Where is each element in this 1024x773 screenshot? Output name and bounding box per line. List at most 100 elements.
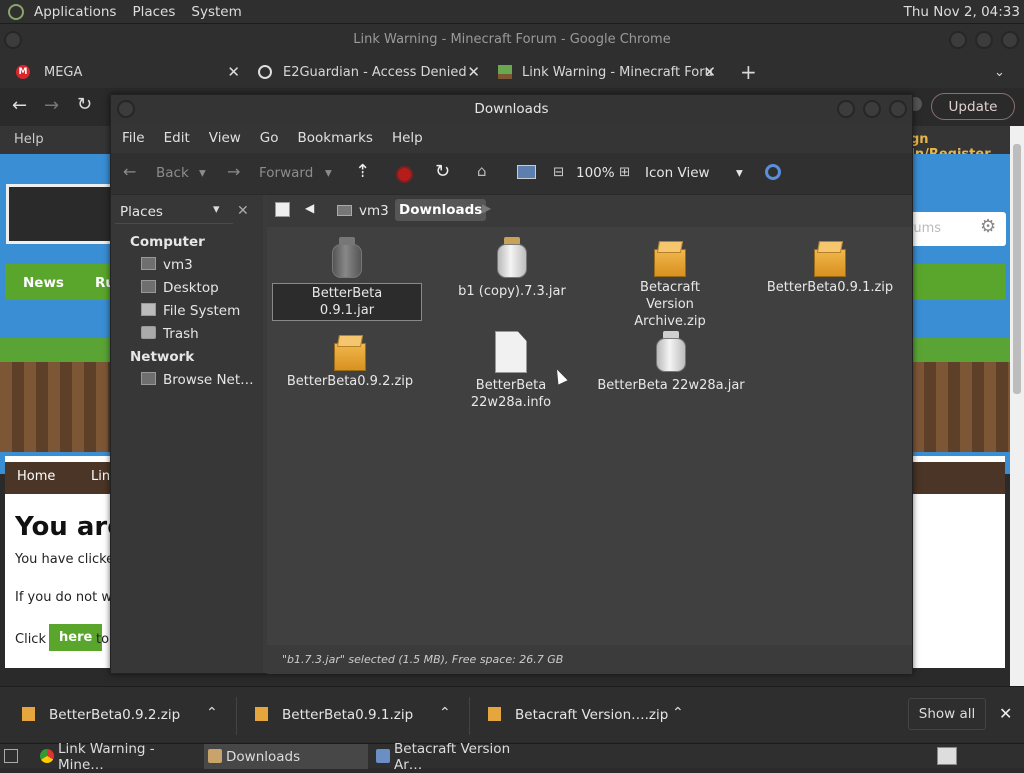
chevron-up-icon[interactable]: ⌃: [439, 705, 451, 721]
file-item[interactable]: BetterBeta0.9.2.zip: [275, 331, 425, 390]
chevron-up-icon[interactable]: ⌃: [206, 705, 218, 721]
page-scrollbar[interactable]: [1010, 126, 1024, 686]
tab-e2guardian[interactable]: E2Guardian - Access Denied ✕: [258, 56, 488, 88]
gnome-logo-icon[interactable]: [8, 3, 24, 20]
path-home-icon: [337, 205, 352, 216]
show-all-button[interactable]: Show all: [908, 698, 986, 730]
home-icon[interactable]: ⌂: [477, 162, 487, 180]
close-tab-icon[interactable]: ✕: [227, 63, 240, 81]
close-downloads-icon[interactable]: ✕: [999, 704, 1012, 723]
close-tab-icon[interactable]: ✕: [703, 63, 716, 81]
download-item[interactable]: Betacraft Version….zip: [488, 707, 668, 723]
places-menu[interactable]: Places: [132, 4, 175, 20]
jar-icon: [332, 237, 362, 279]
zip-icon: [334, 335, 366, 373]
click-text: Click: [15, 632, 46, 647]
minimize-icon[interactable]: [949, 31, 967, 49]
file-item[interactable]: BetterBeta 22w28a.jar: [596, 331, 746, 394]
file-item[interactable]: b1 (copy).7.3.jar: [437, 237, 587, 300]
reload-icon[interactable]: ↻: [435, 161, 450, 182]
system-menu[interactable]: System: [191, 4, 241, 20]
minecraft-grass-icon: [498, 65, 512, 79]
divider: [469, 697, 470, 735]
file-name: BetterBeta 22w28a.jar: [597, 378, 745, 393]
close-sidebar-icon[interactable]: ✕: [237, 203, 249, 219]
edit-location-icon[interactable]: [275, 202, 290, 217]
reload-icon[interactable]: ↻: [77, 94, 92, 115]
place-trash[interactable]: Trash: [163, 326, 199, 342]
menu-file[interactable]: File: [122, 130, 145, 146]
stop-icon[interactable]: [396, 166, 413, 183]
path-vm3[interactable]: vm3: [359, 203, 389, 219]
path-back-icon[interactable]: ◀: [305, 201, 314, 215]
view-mode-select[interactable]: Icon View: [645, 165, 710, 181]
file-name: BetterBeta0.9.2.zip: [286, 374, 414, 389]
home-folder-icon: [141, 257, 156, 270]
menu-bookmarks[interactable]: Bookmarks: [298, 130, 373, 146]
menu-go[interactable]: Go: [260, 130, 279, 146]
file-item[interactable]: Betacraft Version Archive.zip: [595, 237, 745, 330]
back-button[interactable]: Back: [156, 165, 189, 181]
forward-icon[interactable]: →: [227, 162, 240, 181]
forward-dropdown-icon[interactable]: ▾: [325, 165, 332, 181]
place-vm3[interactable]: vm3: [163, 257, 193, 273]
crumb-link[interactable]: Lin: [91, 469, 110, 484]
download-item[interactable]: BetterBeta0.9.1.zip: [255, 707, 413, 723]
search-box[interactable]: rums ⚙: [900, 212, 1006, 246]
path-downloads[interactable]: Downloads: [395, 199, 487, 221]
show-desktop-icon[interactable]: [4, 749, 18, 763]
scrollbar-thumb[interactable]: [1013, 144, 1021, 394]
workspace-switcher-icon[interactable]: [937, 747, 957, 765]
page-heading: You are: [15, 512, 125, 542]
back-icon[interactable]: ←: [123, 162, 136, 181]
place-desktop[interactable]: Desktop: [163, 280, 219, 296]
tab-link-warning[interactable]: Link Warning - Minecraft Foru ✕: [498, 56, 724, 88]
here-button[interactable]: here: [49, 624, 103, 651]
update-button[interactable]: Update: [931, 93, 1015, 120]
chrome-icon: [40, 749, 54, 763]
task-downloads[interactable]: Downloads: [204, 744, 368, 769]
clock[interactable]: Thu Nov 2, 04:33: [904, 4, 1020, 20]
menu-edit[interactable]: Edit: [164, 130, 190, 146]
path-forward-icon[interactable]: ▶: [482, 201, 491, 215]
back-dropdown-icon[interactable]: ▾: [199, 165, 206, 181]
view-mode-dropdown-icon[interactable]: ▾: [736, 165, 743, 181]
place-browse-network[interactable]: Browse Net…: [163, 372, 254, 388]
places-dropdown-icon[interactable]: ▾: [213, 202, 220, 217]
fm-minimize-icon[interactable]: [837, 100, 855, 118]
chevron-up-icon[interactable]: ⌃: [672, 705, 684, 721]
file-item[interactable]: BetterBeta0.9.1.zip: [755, 237, 905, 296]
up-icon[interactable]: ⇡: [355, 161, 370, 182]
forward-button[interactable]: Forward: [259, 165, 313, 181]
maximize-icon[interactable]: [975, 31, 993, 49]
fm-close-icon[interactable]: [889, 100, 907, 118]
file-name-edit[interactable]: BetterBeta 0.9.1.jar: [272, 283, 422, 321]
nav-news[interactable]: News: [23, 275, 64, 291]
crumb-home[interactable]: Home: [17, 469, 55, 484]
forward-arrow-icon[interactable]: →: [44, 95, 59, 116]
close-tab-icon[interactable]: ✕: [467, 63, 480, 81]
menu-help[interactable]: Help: [392, 130, 423, 146]
applications-menu[interactable]: Applications: [34, 4, 116, 20]
search-icon[interactable]: [765, 164, 781, 180]
place-file-system[interactable]: File System: [163, 303, 240, 319]
zoom-out-icon[interactable]: ⊟: [553, 164, 564, 180]
new-tab-button[interactable]: +: [740, 56, 760, 88]
menu-view[interactable]: View: [209, 130, 241, 146]
zoom-in-icon[interactable]: ⊞: [619, 164, 630, 180]
task-chrome[interactable]: Link Warning - Mine…: [36, 741, 202, 773]
back-arrow-icon[interactable]: ←: [12, 95, 27, 116]
task-betacraft[interactable]: Betacraft Version Ar…: [372, 741, 542, 773]
gear-icon[interactable]: ⚙: [980, 216, 996, 237]
trash-icon: [141, 326, 156, 339]
tab-mega[interactable]: M MEGA ✕: [16, 56, 248, 88]
computer-icon[interactable]: [517, 165, 536, 179]
help-link[interactable]: Help: [14, 132, 44, 147]
close-icon[interactable]: [1001, 31, 1019, 49]
fm-maximize-icon[interactable]: [863, 100, 881, 118]
file-view: BetterBeta 0.9.1.jar b1 (copy).7.3.jar B…: [267, 227, 912, 645]
file-item[interactable]: BetterBeta 0.9.1.jar: [272, 237, 422, 321]
zip-icon: [654, 241, 686, 279]
tab-search-icon[interactable]: ⌄: [994, 56, 1010, 88]
download-item[interactable]: BetterBeta0.9.2.zip: [22, 707, 180, 723]
